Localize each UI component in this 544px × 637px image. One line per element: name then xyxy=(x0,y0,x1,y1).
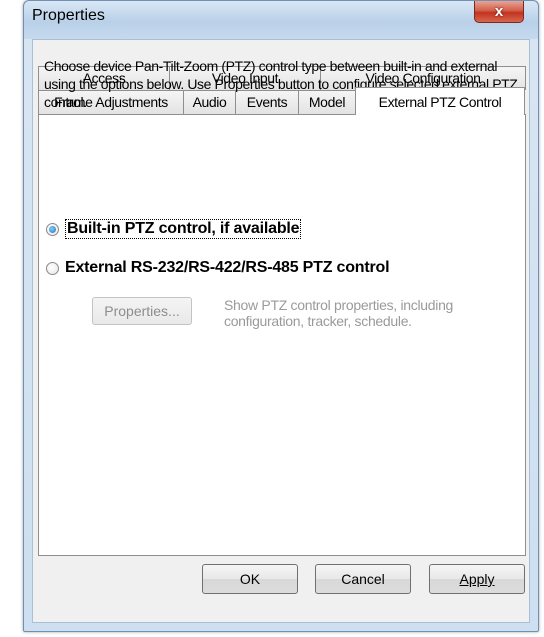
close-button[interactable]: x xyxy=(474,1,524,23)
radio-builtin-label[interactable]: Built-in PTZ control, if available xyxy=(65,219,302,239)
radio-unchecked-icon[interactable] xyxy=(46,261,59,275)
dialog-client-area: Access Video Input Video Configuration F… xyxy=(32,39,530,623)
tab-external-ptz-control[interactable]: External PTZ Control xyxy=(355,87,525,115)
radio-external-label[interactable]: External RS-232/RS-422/RS-485 PTZ contro… xyxy=(65,259,390,277)
ptz-properties-button[interactable]: Properties... xyxy=(92,297,192,325)
properties-dialog: Properties x Access Video Input Video Co… xyxy=(23,0,539,632)
window-title: Properties xyxy=(32,7,105,24)
radio-checked-icon[interactable] xyxy=(46,222,59,236)
cancel-button[interactable]: Cancel xyxy=(315,564,411,594)
close-icon: x xyxy=(494,3,504,20)
radio-external-ptz[interactable]: External RS-232/RS-422/RS-485 PTZ contro… xyxy=(46,259,390,277)
radio-builtin-ptz[interactable]: Built-in PTZ control, if available xyxy=(46,219,302,239)
apply-button[interactable]: Apply xyxy=(429,564,525,594)
title-bar[interactable]: Properties x xyxy=(24,1,538,39)
ptz-properties-hint: Show PTZ control properties, including c… xyxy=(224,297,454,329)
tab-panel-external-ptz xyxy=(38,114,526,556)
ok-button[interactable]: OK xyxy=(202,564,298,594)
